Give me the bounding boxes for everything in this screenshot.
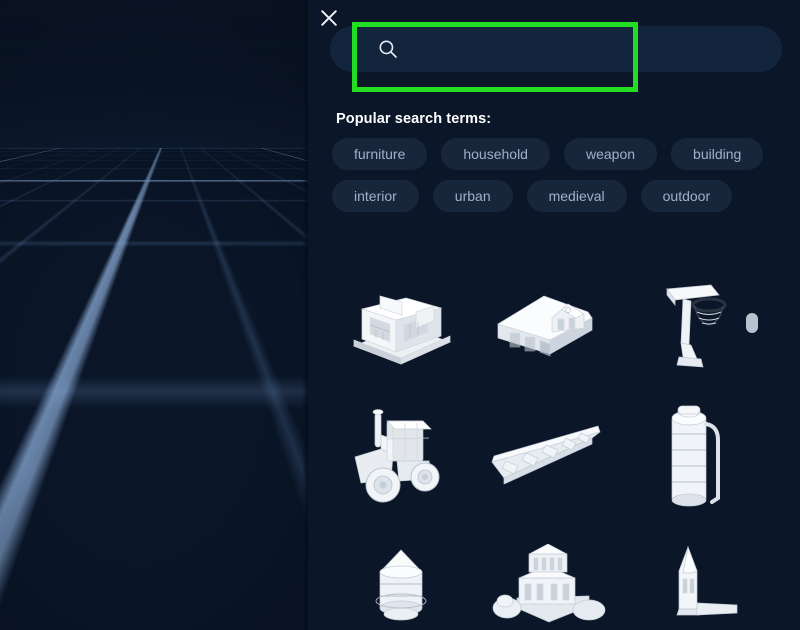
tag-medieval[interactable]: medieval [526, 180, 627, 212]
tag-outdoor[interactable]: outdoor [640, 180, 733, 212]
asset-thumb-modern-building[interactable] [328, 262, 475, 392]
tag-interior[interactable]: interior [332, 180, 419, 212]
search-bar[interactable] [330, 26, 782, 74]
tag-urban[interactable]: urban [432, 180, 513, 212]
search-input[interactable] [408, 26, 772, 74]
asset-search-panel: Popular search terms: furniture househol… [308, 0, 800, 630]
asset-thumb-civic-building[interactable] [475, 522, 622, 630]
scrollbar-thumb[interactable] [746, 313, 758, 333]
3d-scene-viewport[interactable] [0, 0, 308, 630]
tag-building[interactable]: building [671, 138, 764, 170]
tag-furniture[interactable]: furniture [332, 138, 428, 170]
asset-thumb-gabled-house[interactable] [475, 262, 622, 392]
viewport-grid-floor [0, 148, 308, 630]
results-scrollbar[interactable] [746, 262, 760, 630]
asset-results-grid [328, 262, 768, 630]
app-root: Popular search terms: furniture househol… [0, 0, 800, 630]
popular-terms-heading: Popular search terms: [336, 111, 492, 127]
search-icon [378, 39, 398, 59]
popular-tags-list: furniture household weapon building inte… [332, 138, 782, 212]
asset-thumb-tractor[interactable] [328, 392, 475, 522]
asset-thumb-railroad-track[interactable] [475, 392, 622, 522]
viewport-sky [0, 0, 308, 152]
tag-weapon[interactable]: weapon [563, 138, 658, 170]
tag-household[interactable]: household [441, 138, 550, 170]
asset-thumb-water-tower[interactable] [328, 522, 475, 630]
